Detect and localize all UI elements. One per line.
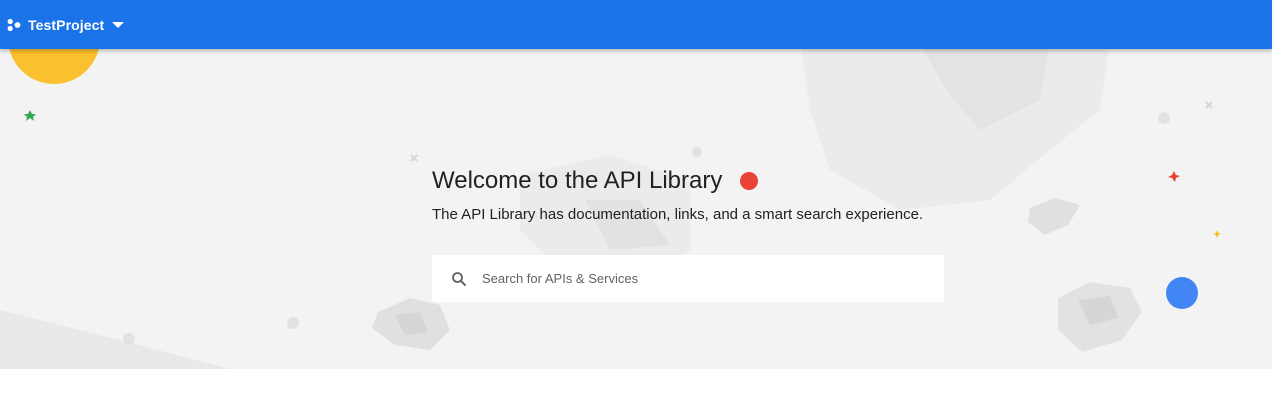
page-subtitle: The API Library has documentation, links… [432, 206, 924, 223]
project-selector-button[interactable]: TestProject [0, 0, 132, 49]
top-app-bar: TestProject [0, 0, 1272, 49]
api-search-box[interactable] [432, 255, 944, 302]
red-dot-decoration [740, 172, 759, 190]
caret-down-icon [112, 21, 125, 28]
search-input[interactable] [482, 255, 944, 302]
hero-content: Welcome to the API Library The API Libra… [432, 166, 992, 223]
search-icon [452, 271, 466, 286]
page-title: Welcome to the API Library [432, 167, 723, 194]
api-library-hero: Welcome to the API Library The API Libra… [0, 0, 1272, 369]
project-name: TestProject [28, 16, 105, 33]
project-hierarchy-icon [7, 18, 21, 31]
title-row: Welcome to the API Library [432, 166, 992, 196]
